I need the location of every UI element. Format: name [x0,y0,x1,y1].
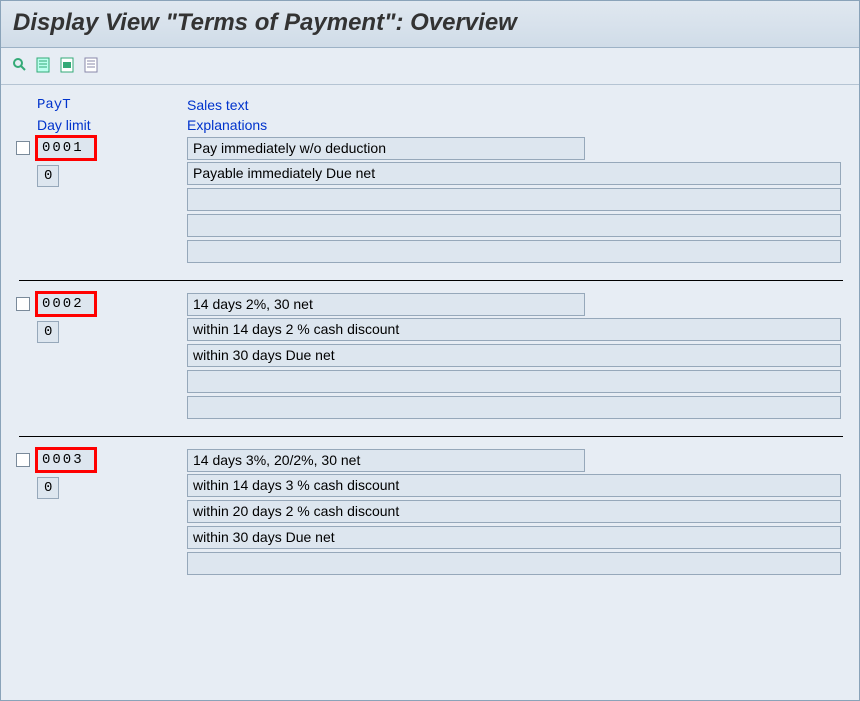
header-daylimit: Day limit [37,117,187,133]
daylimit-value[interactable]: 0 [37,165,59,187]
salestext-field[interactable]: 14 days 2%, 30 net [187,293,585,316]
explain-field[interactable]: within 20 days 2 % cash discount [187,500,841,523]
explain-field[interactable]: within 14 days 2 % cash discount [187,318,841,341]
explain-field[interactable] [187,240,841,263]
select-block-icon[interactable] [57,54,79,76]
row-checkbox[interactable] [16,297,30,311]
table-row: 0001 0 Pay immediately w/o deduction Pay… [9,137,851,266]
row-checkbox[interactable] [16,453,30,467]
payt-code[interactable]: 0001 [37,137,95,159]
payt-code[interactable]: 0002 [37,293,95,315]
payt-code[interactable]: 0003 [37,449,95,471]
salestext-field[interactable]: Pay immediately w/o deduction [187,137,585,160]
header-payt: PayT [37,97,187,113]
explain-field[interactable]: within 14 days 3 % cash discount [187,474,841,497]
explain-field[interactable]: within 30 days Due net [187,526,841,549]
column-headers: PayT Day limit Sales text Explanations [9,97,851,137]
explain-field[interactable]: within 30 days Due net [187,344,841,367]
title-bar: Display View "Terms of Payment": Overvie… [1,1,859,48]
salestext-field[interactable]: 14 days 3%, 20/2%, 30 net [187,449,585,472]
explain-field[interactable] [187,214,841,237]
select-all-icon[interactable] [33,54,55,76]
table-row: 0002 0 14 days 2%, 30 net within 14 days… [9,293,851,422]
detail-icon[interactable] [9,54,31,76]
separator [19,280,843,281]
explain-field[interactable] [187,370,841,393]
row-checkbox[interactable] [16,141,30,155]
explain-field[interactable] [187,552,841,575]
table-row: 0003 0 14 days 3%, 20/2%, 30 net within … [9,449,851,578]
header-salestext: Sales text [187,97,837,113]
toolbar [1,48,859,85]
explain-field[interactable]: Payable immediately Due net [187,162,841,185]
daylimit-value[interactable]: 0 [37,321,59,343]
content-area: PayT Day limit Sales text Explanations 0… [1,85,859,578]
header-explanations: Explanations [187,117,837,133]
page-title: Display View "Terms of Payment": Overvie… [13,9,517,36]
explain-field[interactable] [187,396,841,419]
daylimit-value[interactable]: 0 [37,477,59,499]
deselect-all-icon[interactable] [81,54,103,76]
explain-field[interactable] [187,188,841,211]
separator [19,436,843,437]
